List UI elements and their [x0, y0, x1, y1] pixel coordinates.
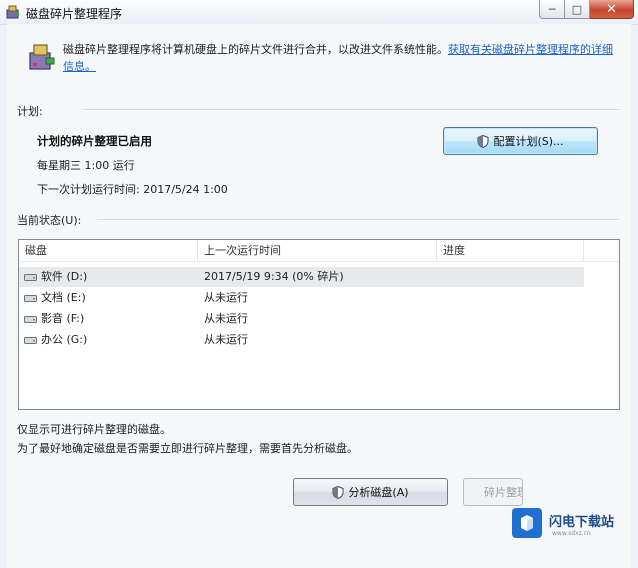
disk-row-g[interactable]: 办公 (G:) 从未运行 — [19, 330, 584, 350]
disk-name: 影音 (F:) — [41, 312, 85, 325]
disk-last-run: 2017/5/19 9:34 (0% 碎片) — [204, 270, 344, 283]
watermark-logo-icon — [512, 508, 542, 538]
window-controls: ─ □ ✕ — [539, 0, 634, 20]
defrag-icon — [29, 44, 55, 70]
schedule-separator — [83, 109, 619, 111]
schedule-status-title: 计划的碎片整理已启用 — [37, 134, 152, 148]
configure-schedule-label: 配置计划(S)... — [493, 135, 564, 148]
minimize-button[interactable]: ─ — [539, 0, 565, 19]
schedule-label: 计划: — [17, 105, 43, 118]
disk-name: 软件 (D:) — [41, 270, 88, 283]
analyze-disk-label: 分析磁盘(A) — [348, 486, 409, 499]
column-header-last-run[interactable]: 上一次运行时间 — [198, 240, 437, 261]
disk-name: 文档 (E:) — [41, 291, 86, 304]
maximize-icon: □ — [571, 2, 583, 16]
close-button[interactable]: ✕ — [590, 0, 634, 19]
disk-list-header: 磁盘 上一次运行时间 进度 — [19, 240, 619, 262]
disk-row-e[interactable]: 文档 (E:) 从未运行 — [19, 288, 584, 308]
minimize-icon: ─ — [548, 2, 556, 16]
schedule-frequency: 每星期三 1:00 运行 — [37, 159, 135, 172]
disk-last-run: 从未运行 — [204, 333, 248, 346]
disk-row-d[interactable]: 软件 (D:) 2017/5/19 9:34 (0% 碎片) — [19, 267, 584, 287]
defragment-disk-button[interactable]: 碎片整理磁盘(D) — [463, 478, 523, 506]
description-text: 磁盘碎片整理程序将计算机硬盘上的碎片文件进行合并，以改进文件系统性能。 — [63, 43, 448, 56]
drive-icon — [24, 316, 37, 323]
title-bar[interactable]: 磁盘碎片整理程序 ─ □ ✕ — [0, 0, 638, 25]
shield-icon — [332, 485, 344, 499]
maximize-button[interactable]: □ — [565, 0, 590, 19]
footer-note-analyze: 为了最好地确定磁盘是否需要立即进行碎片整理，需要首先分析磁盘。 — [17, 442, 358, 455]
schedule-next-run: 下一次计划运行时间: 2017/5/24 1:00 — [37, 183, 228, 196]
defrag-app-icon — [6, 5, 19, 19]
watermark-text: 闪电下载站 — [549, 515, 615, 530]
watermark-subtext: www.sdxz.cn — [552, 530, 591, 537]
drive-icon — [24, 295, 37, 302]
shield-icon — [477, 134, 489, 148]
description: 磁盘碎片整理程序将计算机硬盘上的碎片文件进行合并，以改进文件系统性能。获取有关磁… — [63, 41, 617, 75]
analyze-disk-button[interactable]: 分析磁盘(A) — [293, 478, 448, 506]
disk-last-run: 从未运行 — [204, 312, 248, 325]
disk-list[interactable]: 磁盘 上一次运行时间 进度 软件 (D:) 2017/5/19 9:34 (0%… — [18, 239, 620, 410]
defragment-disk-label: 碎片整理磁盘(D) — [484, 486, 522, 499]
column-header-disk[interactable]: 磁盘 — [19, 240, 198, 261]
column-header-progress[interactable]: 进度 — [437, 240, 584, 261]
drive-icon — [24, 274, 37, 281]
close-icon: ✕ — [606, 1, 617, 17]
current-status-label: 当前状态(U): — [17, 214, 82, 227]
status-separator — [97, 219, 619, 221]
footer-note-disks: 仅显示可进行碎片整理的磁盘。 — [17, 423, 171, 436]
disk-name: 办公 (G:) — [41, 333, 88, 346]
disk-row-f[interactable]: 影音 (F:) 从未运行 — [19, 309, 584, 329]
client-area: 磁盘碎片整理程序将计算机硬盘上的碎片文件进行合并，以改进文件系统性能。获取有关磁… — [7, 24, 631, 568]
configure-schedule-button[interactable]: 配置计划(S)... — [443, 127, 598, 155]
watermark: 闪电下载站 www.sdxz.cn — [512, 508, 632, 542]
window-title: 磁盘碎片整理程序 — [26, 7, 123, 21]
drive-icon — [24, 337, 37, 344]
disk-last-run: 从未运行 — [204, 291, 248, 304]
